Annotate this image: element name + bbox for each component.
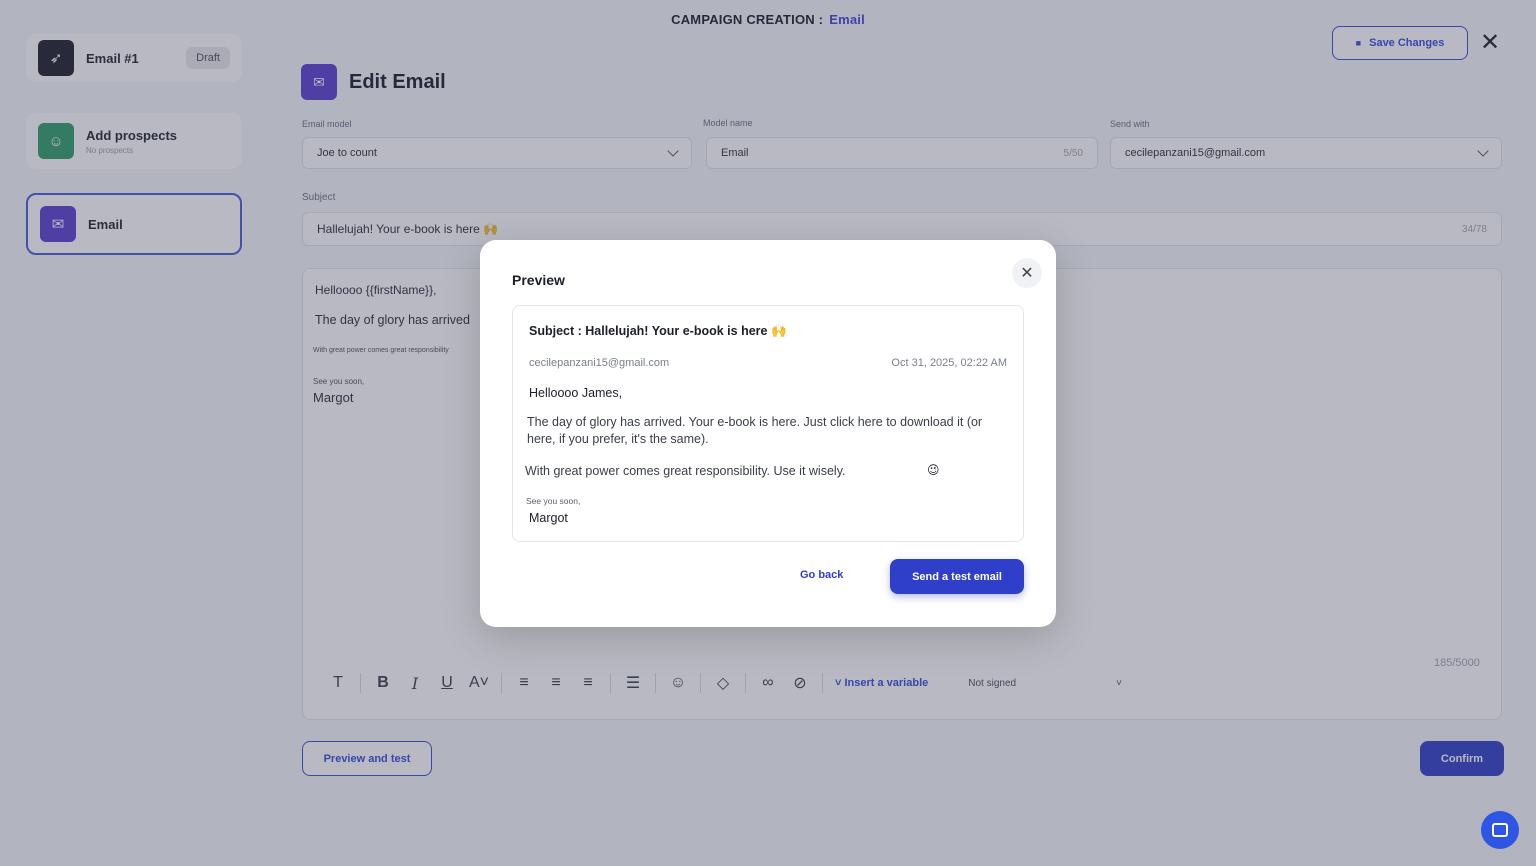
preview-modal: Preview ✕ Subject : Hallelujah! Your e-b…: [480, 240, 1056, 627]
preview-subject: Subject : Hallelujah! Your e-book is her…: [529, 324, 787, 338]
preview-paragraph: The day of glory has arrived. Your e-boo…: [527, 415, 983, 446]
wink-emoji-icon: 😉: [927, 463, 940, 477]
preview-paragraph: With great power comes great responsibil…: [525, 464, 846, 478]
send-test-email-button[interactable]: Send a test email: [890, 559, 1024, 594]
chat-icon: [1492, 823, 1508, 837]
go-back-button[interactable]: Go back: [800, 569, 843, 581]
modal-title: Preview: [512, 272, 565, 288]
chat-support-button[interactable]: [1481, 811, 1519, 849]
close-icon[interactable]: ✕: [1012, 258, 1042, 288]
preview-closing: See you soon,: [526, 496, 581, 506]
preview-sender: cecilepanzani15@gmail.com: [529, 357, 670, 369]
preview-signature: Margot: [529, 511, 568, 525]
preview-date: Oct 31, 2025, 02:22 AM: [891, 357, 1007, 369]
email-preview-card: Subject : Hallelujah! Your e-book is her…: [512, 305, 1024, 542]
preview-greeting: Helloooo James,: [529, 386, 623, 400]
